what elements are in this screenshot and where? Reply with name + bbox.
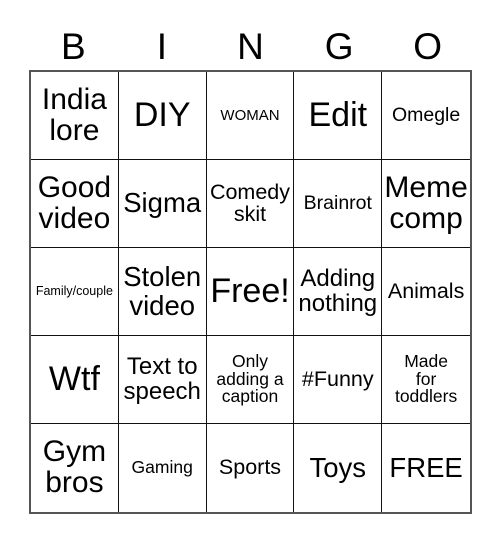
bingo-cell-r3c2[interactable]: Stolen video [118, 248, 207, 336]
bingo-cell-label: Sigma [123, 187, 202, 219]
bingo-cell-label: Free! [210, 272, 290, 311]
bingo-cell-r4c5[interactable]: Made for toddlers [382, 336, 470, 424]
bingo-cell-label: WOMAN [220, 106, 280, 124]
bingo-cell-label: Sports [218, 455, 282, 480]
bingo-cell-label: Edit [308, 96, 368, 135]
bingo-cell-r2c1[interactable]: Good video [31, 160, 119, 248]
bingo-cell-r3c3[interactable]: Free! [206, 248, 295, 336]
bingo-cell-r1c5[interactable]: Omegle [382, 72, 470, 160]
bingo-cell-label: #Funny [301, 366, 374, 391]
bingo-cell-label: Gaming [131, 457, 193, 478]
bingo-cell-label: Omegle [391, 103, 461, 126]
bingo-cell-r2c3[interactable]: Comedy skit [206, 160, 295, 248]
bingo-cell-r2c5[interactable]: Meme comp [382, 160, 470, 248]
bingo-header-letter-o: O [413, 25, 443, 67]
bingo-cell-r2c2[interactable]: Sigma [118, 160, 207, 248]
bingo-cell-label: Adding nothing [298, 265, 378, 317]
bingo-cell-label: Gym bros [42, 435, 107, 499]
bingo-cell-label: Brainrot [303, 191, 372, 214]
bingo-cell-label: Wtf [48, 360, 100, 399]
bingo-cell-r3c1[interactable]: Family/couple [31, 248, 119, 336]
bingo-cell-label: Animals [387, 278, 465, 303]
bingo-cell-r5c1[interactable]: Gym bros [31, 424, 119, 512]
bingo-card: B I N G O India lore DIY WOMAN Edit Omegle Good v… [0, 0, 500, 544]
bingo-cell-r1c3[interactable]: WOMAN [206, 72, 295, 160]
bingo-cell-r4c2[interactable]: Text to speech [118, 336, 207, 424]
bingo-cell-label: Family/couple [35, 284, 113, 299]
bingo-cell-r1c2[interactable]: DIY [118, 72, 207, 160]
bingo-cell-label: Text to speech [123, 353, 201, 405]
bingo-cell-label: Stolen video [123, 261, 202, 321]
bingo-cell-label: Meme comp [384, 170, 468, 235]
bingo-header-letter-g: G [324, 25, 354, 67]
bingo-grid: India lore DIY WOMAN Edit Omegle Good video Si… [29, 70, 472, 514]
bingo-cell-r5c4[interactable]: Toys [294, 424, 383, 512]
bingo-cell-label: Comedy skit [209, 179, 291, 226]
bingo-cell-r1c4[interactable]: Edit [294, 72, 383, 160]
bingo-cell-r5c5[interactable]: FREE [382, 424, 470, 512]
bingo-header-letter-i: I [156, 25, 168, 67]
bingo-cell-r4c3[interactable]: Only adding a caption [206, 336, 295, 424]
bingo-header-letter-n: N [237, 25, 264, 67]
bingo-cell-label: DIY [133, 96, 191, 135]
bingo-cell-label: Good video [37, 170, 112, 235]
bingo-cell-r4c4[interactable]: #Funny [294, 336, 383, 424]
bingo-cell-r5c3[interactable]: Sports [206, 424, 295, 512]
bingo-cell-r3c5[interactable]: Animals [382, 248, 470, 336]
bingo-cell-r1c1[interactable]: India lore [31, 72, 119, 160]
bingo-cell-label: FREE [389, 451, 463, 483]
bingo-cell-r4c1[interactable]: Wtf [31, 336, 119, 424]
bingo-cell-r5c2[interactable]: Gaming [118, 424, 207, 512]
bingo-header: BINGO [29, 22, 472, 70]
bingo-cell-label: Only adding a caption [216, 350, 284, 407]
bingo-cell-label: Toys [309, 451, 367, 483]
bingo-cell-r3c4[interactable]: Adding nothing [294, 248, 383, 336]
bingo-header-letter-b: B [60, 25, 86, 67]
bingo-cell-r2c4[interactable]: Brainrot [294, 160, 383, 248]
bingo-cell-label: India lore [41, 82, 107, 147]
bingo-cell-label: Made for toddlers [394, 350, 458, 407]
